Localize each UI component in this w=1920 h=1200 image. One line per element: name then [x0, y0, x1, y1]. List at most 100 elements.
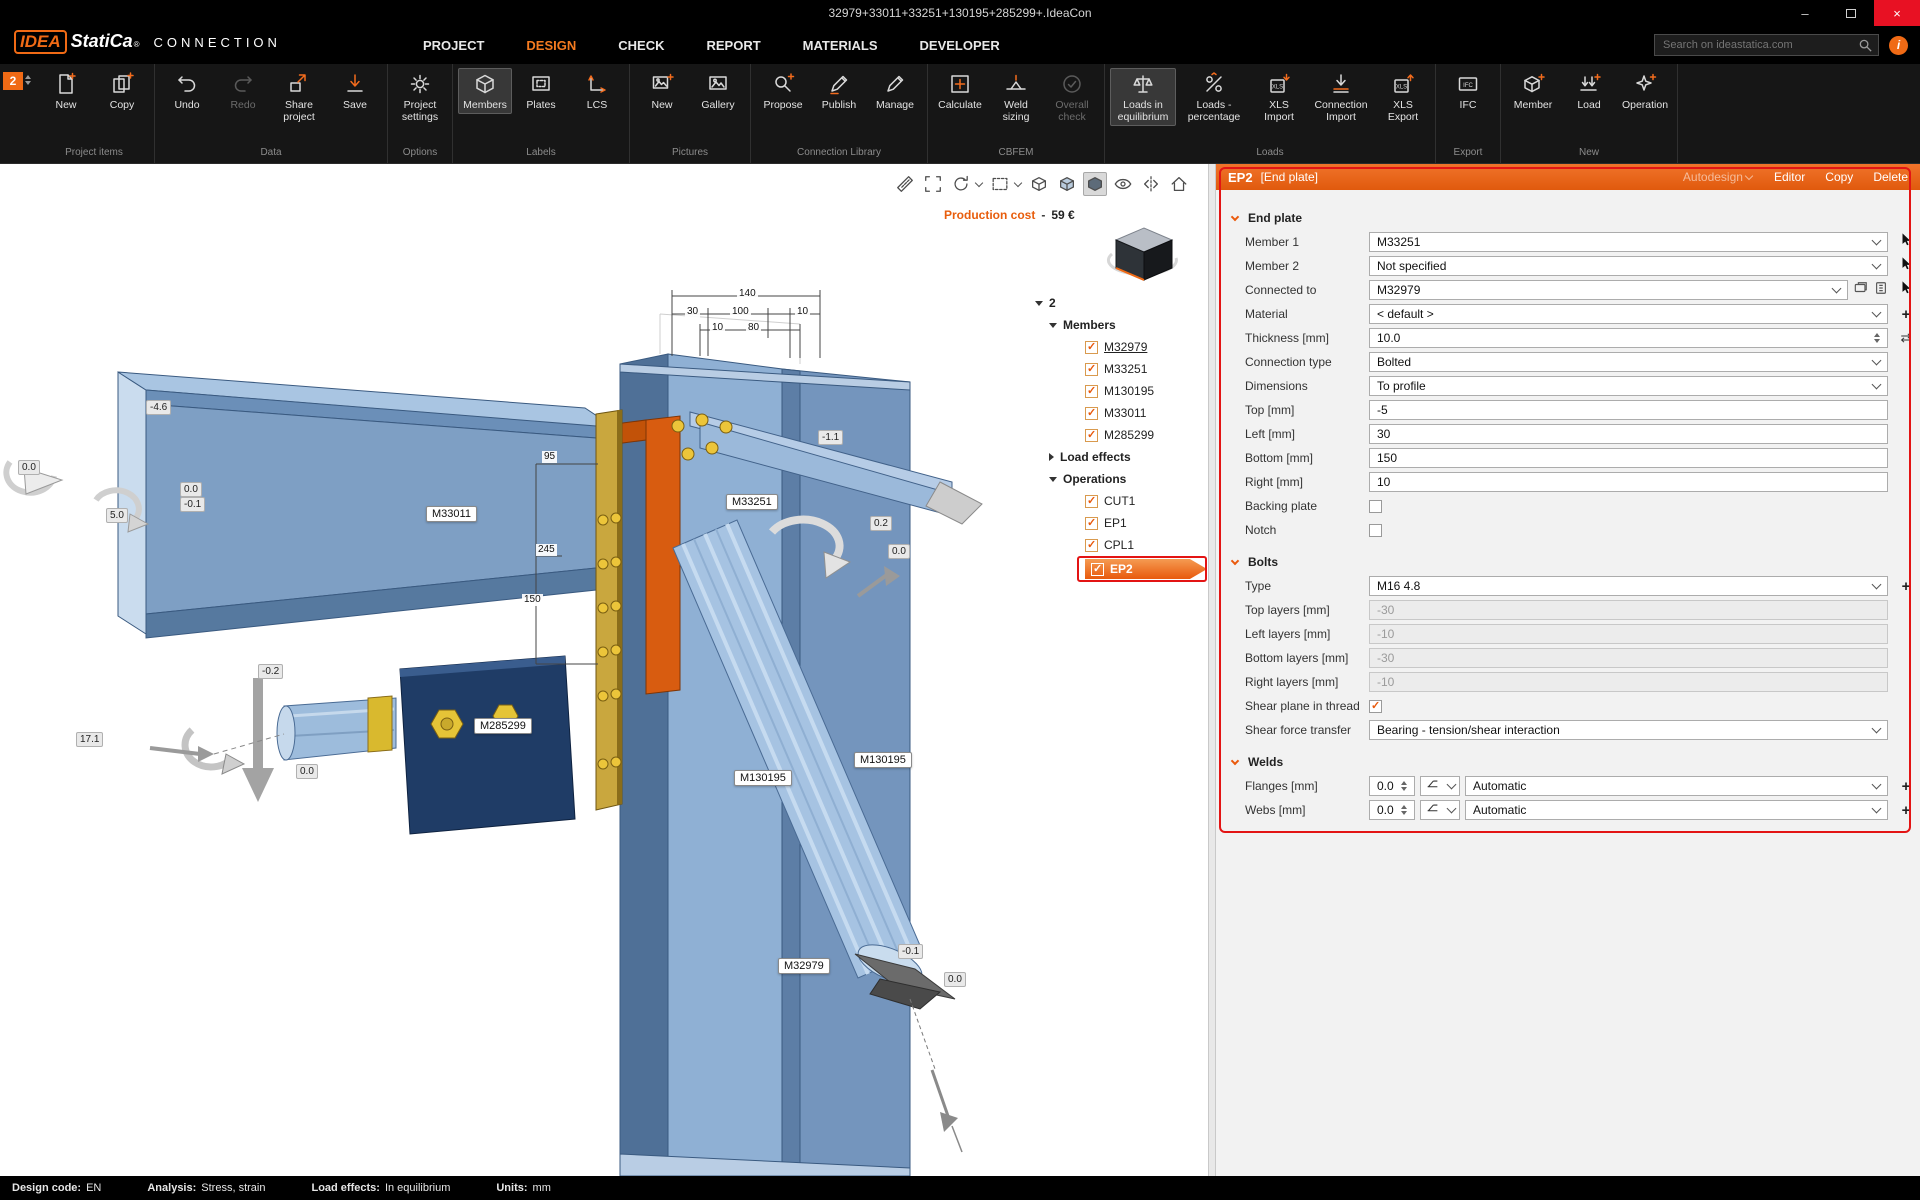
member-checkbox[interactable] [1085, 341, 1098, 354]
3d-model-canvas[interactable] [0, 164, 1208, 1176]
tree-item-cpl1[interactable]: CPL1 [1035, 534, 1208, 556]
swap-icon[interactable]: ⇄ [1901, 330, 1912, 346]
tree-operations-header[interactable]: Operations [1035, 468, 1208, 490]
propose-button[interactable]: Propose [756, 68, 810, 114]
section-bolts[interactable]: Bolts [1216, 550, 1920, 574]
pick-member-cursor-icon[interactable] [1899, 280, 1913, 300]
shear-transfer-select[interactable]: Bearing - tension/shear interaction [1369, 720, 1888, 740]
overall-check-button[interactable]: Overall check [1045, 68, 1099, 126]
new-member-button[interactable]: Member [1506, 68, 1560, 114]
solid-view-icon[interactable] [1055, 172, 1079, 196]
loads-in-equilibrium-button[interactable]: Loads in equilibrium [1110, 68, 1176, 126]
publish-button[interactable]: Publish [812, 68, 866, 114]
loads-percentage-button[interactable]: Loads - percentage [1178, 68, 1250, 126]
new-load-button[interactable]: Load [1562, 68, 1616, 114]
spinner-icons[interactable] [1401, 781, 1407, 791]
left-input[interactable]: 30 [1369, 424, 1888, 444]
weld-sizing-button[interactable]: Weld sizing [989, 68, 1043, 126]
tab-design[interactable]: DESIGN [526, 38, 576, 53]
connected-to-select[interactable]: M32979 [1369, 280, 1848, 300]
ifc-export-button[interactable]: IFC IFC [1441, 68, 1495, 114]
manage-button[interactable]: Manage [868, 68, 922, 114]
endplate-ep1-plate[interactable] [596, 410, 622, 810]
rotate-view-icon[interactable] [949, 172, 973, 196]
copy-project-button[interactable]: Copy [95, 68, 149, 114]
measure-icon[interactable] [893, 172, 917, 196]
tree-item-ep1[interactable]: EP1 [1035, 512, 1208, 534]
member1-select[interactable]: M33251 [1369, 232, 1888, 252]
backing-plate-checkbox[interactable] [1369, 500, 1382, 513]
expand-icon[interactable] [1049, 453, 1054, 461]
tree-item-m33011[interactable]: M33011 [1035, 402, 1208, 424]
spinner-icons[interactable] [1874, 333, 1880, 343]
xls-export-button[interactable]: XLS XLS Export [1376, 68, 1430, 126]
labels-members-button[interactable]: Members [458, 68, 512, 114]
flanges-weld-stepper[interactable]: 0.0 [1369, 776, 1415, 796]
webs-weld-type-select[interactable] [1420, 800, 1460, 820]
add-bolt-type-button[interactable]: + [1902, 579, 1911, 594]
tree-members-header[interactable]: Members [1035, 314, 1208, 336]
tree-item-m285299[interactable]: M285299 [1035, 424, 1208, 446]
tree-item-m130195[interactable]: M130195 [1035, 380, 1208, 402]
save-button[interactable]: Save [328, 68, 382, 114]
add-material-button[interactable]: + [1902, 307, 1911, 322]
operation-checkbox[interactable] [1085, 495, 1098, 508]
3d-viewport[interactable]: Production cost - 59 € M33011 M33251 M28… [0, 164, 1208, 1176]
flanges-weld-type-select[interactable] [1420, 776, 1460, 796]
project-settings-button[interactable]: Project settings [393, 68, 447, 126]
connected-bolt-icon[interactable] [1874, 281, 1888, 300]
thickness-stepper[interactable]: 10.0 [1369, 328, 1888, 348]
member-checkbox[interactable] [1085, 407, 1098, 420]
rotate-dropdown-icon[interactable] [975, 179, 983, 187]
webs-weld-mode-select[interactable]: Automatic [1465, 800, 1888, 820]
dimensions-select[interactable]: To profile [1369, 376, 1888, 396]
pick-member-cursor-icon[interactable] [1899, 232, 1913, 252]
labels-plates-button[interactable]: Plates [514, 68, 568, 114]
bolt-type-select[interactable]: M16 4.8 [1369, 576, 1888, 596]
collapse-icon[interactable] [1035, 301, 1043, 306]
member2-select[interactable]: Not specified [1369, 256, 1888, 276]
plate-m285299[interactable] [400, 656, 575, 834]
tab-report[interactable]: REPORT [706, 38, 760, 53]
xls-import-button[interactable]: XLS XLS Import [1252, 68, 1306, 126]
bottom-input[interactable]: 150 [1369, 448, 1888, 468]
operation-checkbox[interactable] [1091, 563, 1104, 576]
section-welds[interactable]: Welds [1216, 750, 1920, 774]
redo-button[interactable]: Redo [216, 68, 270, 114]
notch-checkbox[interactable] [1369, 524, 1382, 537]
connected-plate-icon[interactable] [1853, 281, 1869, 300]
tree-item-cut1[interactable]: CUT1 [1035, 490, 1208, 512]
new-project-button[interactable]: New [39, 68, 93, 114]
minimize-button[interactable]: – [1782, 0, 1828, 26]
share-project-button[interactable]: Share project [272, 68, 326, 126]
autodesign-button[interactable]: Autodesign [1683, 170, 1754, 184]
fit-view-icon[interactable] [921, 172, 945, 196]
navigation-cube[interactable] [1104, 218, 1184, 289]
tab-developer[interactable]: DEVELOPER [920, 38, 1000, 53]
new-picture-button[interactable]: New [635, 68, 689, 114]
pick-member-cursor-icon[interactable] [1899, 256, 1913, 276]
delete-operation-button[interactable]: Delete [1873, 170, 1908, 184]
member-checkbox[interactable] [1085, 385, 1098, 398]
home-view-icon[interactable] [1167, 172, 1191, 196]
tab-materials[interactable]: MATERIALS [803, 38, 878, 53]
member-checkbox[interactable] [1085, 429, 1098, 442]
material-select[interactable]: < default > [1369, 304, 1888, 324]
copy-operation-button[interactable]: Copy [1825, 170, 1853, 184]
tree-item-ep2-selected[interactable]: EP2 [1035, 556, 1208, 582]
section-end-plate[interactable]: End plate [1216, 206, 1920, 230]
stub-tube-member[interactable] [277, 696, 396, 760]
marquee-dropdown-icon[interactable] [1014, 179, 1022, 187]
new-operation-button[interactable]: Operation [1618, 68, 1672, 114]
labels-lcs-button[interactable]: LCS [570, 68, 624, 114]
add-webs-weld-button[interactable]: + [1902, 803, 1911, 818]
panel-splitter[interactable] [1208, 164, 1216, 1176]
tree-load-effects-header[interactable]: Load effects [1035, 446, 1208, 468]
marquee-select-icon[interactable] [988, 172, 1012, 196]
tree-item-m32979[interactable]: M32979 [1035, 336, 1208, 358]
selection-spinner-icon[interactable] [25, 72, 31, 85]
tab-project[interactable]: PROJECT [423, 38, 484, 53]
help-icon[interactable]: i [1889, 36, 1908, 55]
tab-check[interactable]: CHECK [618, 38, 664, 53]
search-input[interactable] [1655, 35, 1878, 55]
